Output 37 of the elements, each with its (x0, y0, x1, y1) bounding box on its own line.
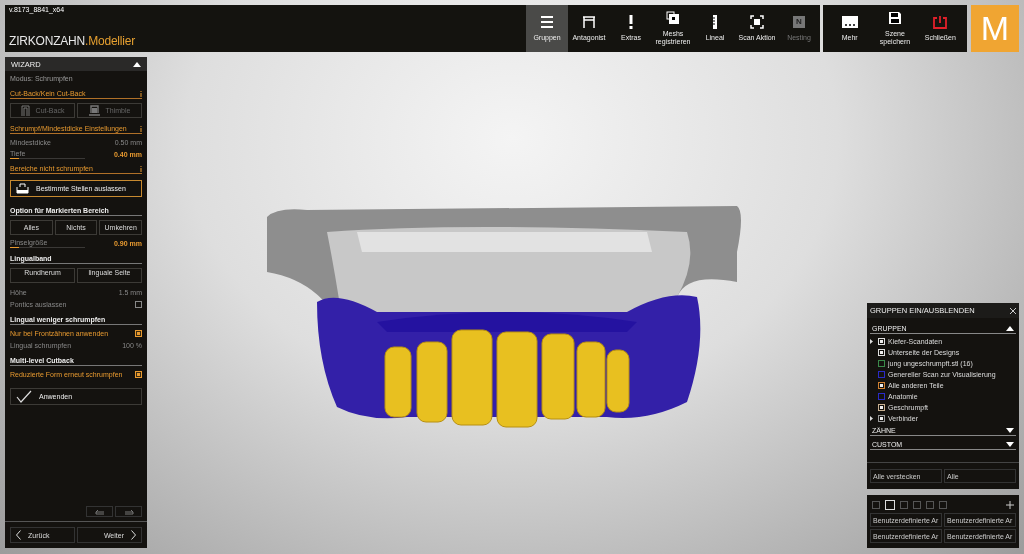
scan-frame-icon (750, 15, 764, 30)
table-icon (582, 15, 596, 30)
more-icon (841, 16, 858, 29)
chevron-right-icon (131, 530, 136, 540)
expand-arrow-icon[interactable] (870, 416, 873, 421)
ruler-icon (712, 15, 718, 30)
add-icon[interactable] (1006, 501, 1014, 509)
bracket-icon (20, 105, 30, 116)
tray-icon (16, 183, 29, 194)
checkbox[interactable] (878, 415, 885, 422)
layers-icon (666, 11, 680, 26)
undo-icon (94, 508, 105, 515)
checkmark-icon (16, 390, 32, 403)
nesting-icon: N (793, 16, 805, 29)
close-icon[interactable] (1010, 307, 1016, 314)
menu-icon (540, 15, 554, 30)
collapse-icon[interactable] (133, 61, 141, 67)
app-title: ZIRKONZAHN.Modellier (9, 34, 136, 48)
checkbox[interactable] (878, 360, 885, 367)
save-icon (888, 11, 902, 26)
checkbox[interactable] (135, 370, 142, 378)
power-icon (933, 15, 948, 30)
checkbox[interactable] (878, 393, 885, 400)
redo-icon (123, 508, 134, 515)
checkbox[interactable] (135, 300, 142, 308)
expand-icon (1006, 428, 1014, 433)
collapse-icon (1006, 326, 1014, 331)
expand-icon (1006, 442, 1014, 447)
checkbox[interactable] (878, 371, 885, 378)
thimble-icon (88, 105, 100, 116)
checkbox[interactable] (878, 382, 885, 389)
app-logo: M (971, 5, 1019, 52)
chevron-left-icon (16, 530, 21, 540)
expand-arrow-icon[interactable] (870, 339, 873, 344)
checkbox[interactable] (878, 404, 885, 411)
checkbox[interactable] (135, 329, 142, 337)
exclamation-icon (628, 15, 634, 30)
